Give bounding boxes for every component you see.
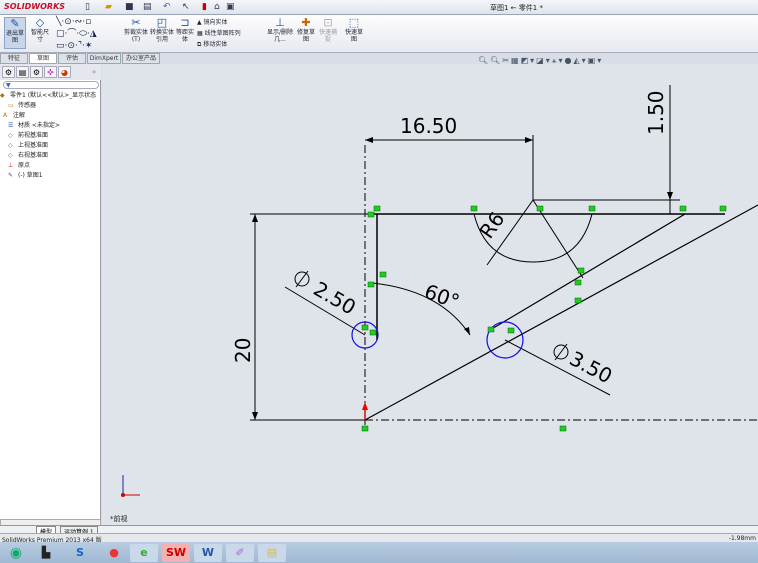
ie-icon[interactable]: e — [130, 544, 158, 562]
arrow — [525, 137, 533, 143]
status-bar: SolidWorks Premium 2013 x64 版 -1.98mm — [0, 533, 758, 544]
upper-diagonal — [489, 213, 686, 331]
taskbar-app-icon[interactable]: ▙ — [32, 544, 60, 562]
view-label: *前视 — [110, 514, 128, 523]
player-icon[interactable]: ● — [100, 544, 128, 562]
word-icon[interactable]: W — [194, 544, 222, 562]
dim-dia-2-50[interactable]: 2.50 — [310, 277, 361, 320]
taskbar: ◉ ▙ S ● e SW W ✐ ▤ — [0, 542, 758, 563]
dim-r6[interactable]: R6 — [474, 207, 509, 243]
sketch-drawing: 16.50 1.50 R6 60° 2.50 3.50 20 *前视 — [110, 85, 758, 523]
start-button[interactable]: ◉ — [2, 544, 30, 562]
bottom-tabs: 模型 运动算例 1 — [0, 525, 758, 537]
solidworks-taskbar-icon[interactable]: SW — [162, 544, 190, 562]
arrow — [667, 192, 673, 200]
sogou-icon[interactable]: S — [66, 544, 94, 562]
dim-16-50[interactable]: 16.50 — [400, 114, 457, 138]
arrow — [252, 412, 258, 420]
dim-20[interactable]: 20 — [231, 338, 255, 363]
lower-diagonal — [364, 204, 758, 421]
construction-line — [532, 199, 584, 279]
explorer-icon[interactable]: ▤ — [258, 544, 286, 562]
dim-60-deg[interactable]: 60° — [421, 279, 463, 314]
arrow — [365, 137, 373, 143]
triad-icon — [121, 475, 140, 497]
paint-icon[interactable]: ✐ — [226, 544, 254, 562]
dim-1-50[interactable]: 1.50 — [644, 90, 668, 135]
dim-dia-3-50[interactable]: 3.50 — [566, 346, 617, 388]
status-coordinate: -1.98mm — [728, 535, 756, 542]
arrow — [252, 214, 258, 222]
constraint-markers — [361, 205, 727, 432]
